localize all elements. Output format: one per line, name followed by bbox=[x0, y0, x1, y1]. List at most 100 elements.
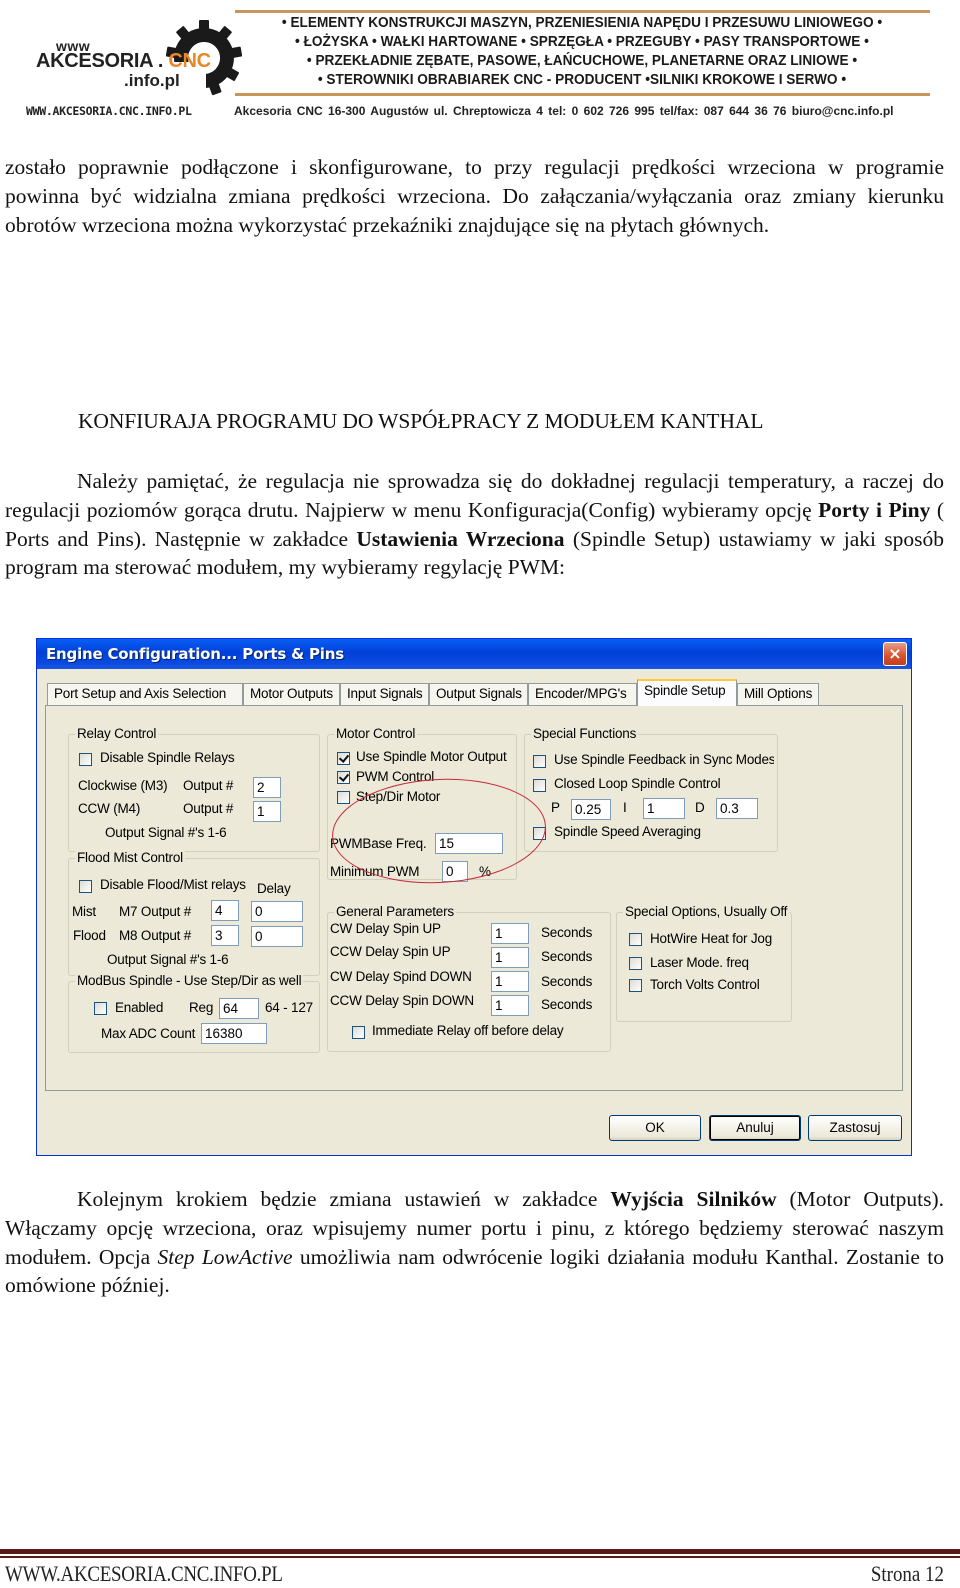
pid-i-label: I bbox=[623, 800, 627, 815]
unit-label: Seconds bbox=[541, 997, 593, 1012]
torch-volts-checkbox[interactable] bbox=[629, 979, 642, 992]
checkbox-label: Laser Mode. freq bbox=[650, 955, 749, 970]
cw-delay-spin-up-input[interactable]: 1 bbox=[491, 923, 529, 944]
group-legend: Special Functions bbox=[531, 726, 639, 741]
checkbox-label: Torch Volts Control bbox=[650, 977, 760, 992]
disable-spindle-relays-checkbox[interactable] bbox=[79, 753, 92, 766]
engine-config-dialog: Engine Configuration... Ports & Pins × P… bbox=[36, 638, 912, 1156]
max-adc-input[interactable]: 16380 bbox=[201, 1023, 267, 1044]
field-label: PWMBase Freq. bbox=[330, 836, 427, 851]
pid-d-input[interactable]: 0.3 bbox=[716, 798, 758, 819]
output-range-note: Output Signal #'s 1-6 bbox=[107, 952, 229, 967]
field-label: Clockwise (M3) bbox=[78, 778, 168, 793]
modbus-enabled-checkbox[interactable] bbox=[94, 1002, 107, 1015]
spindle-setup-panel: Relay Control Disable Spindle Relays Clo… bbox=[45, 705, 903, 1091]
field-label: Output # bbox=[183, 801, 234, 816]
param-label: CCW Delay Spin UP bbox=[330, 944, 451, 959]
tab-input-signals[interactable]: Input Signals bbox=[340, 683, 429, 705]
pid-p-label: P bbox=[551, 800, 560, 815]
text-run: Kolejnym krokiem będzie zmiana ustawień … bbox=[77, 1187, 611, 1211]
checkbox-label: Disable Flood/Mist relays bbox=[100, 877, 246, 892]
flood-delay-input[interactable]: 0 bbox=[251, 926, 303, 947]
percent-unit: % bbox=[479, 864, 491, 879]
bold-term-spindle-settings: Ustawienia Wrzeciona bbox=[356, 526, 565, 551]
field-label: Mist bbox=[72, 904, 96, 919]
checkbox-label: Enabled bbox=[115, 1000, 164, 1015]
checkbox-label: Spindle Speed Averaging bbox=[554, 824, 701, 839]
delay-header: Delay bbox=[257, 881, 291, 896]
special-functions-group: Special Functions Use Spindle Feedback i… bbox=[524, 726, 778, 852]
unit-label: Seconds bbox=[541, 925, 593, 940]
banner-contact: Akcesoria CNC 16-300 Augustów ul. Chrept… bbox=[234, 104, 894, 118]
immediate-relay-off-checkbox[interactable] bbox=[352, 1026, 365, 1039]
apply-button[interactable]: Zastosuj bbox=[808, 1115, 902, 1141]
bold-term-ports-pins: Porty i Piny bbox=[818, 497, 931, 522]
tab-encoder-mpg[interactable]: Encoder/MPG's bbox=[528, 683, 637, 705]
field-label: Output # bbox=[183, 778, 234, 793]
text-run: Należy pamiętać, że regulacja nie sprowa… bbox=[5, 469, 944, 522]
company-logo: www AKCESORIA . CNC .info.pl bbox=[36, 18, 242, 98]
pwm-base-freq-input[interactable]: 15 bbox=[435, 833, 503, 854]
tab-port-setup[interactable]: Port Setup and Axis Selection bbox=[47, 683, 243, 705]
dialog-titlebar[interactable]: Engine Configuration... Ports & Pins × bbox=[37, 639, 911, 669]
footer-rule-thin bbox=[0, 1556, 960, 1558]
footer-website[interactable]: WWW.AKCESORIA.CNC.INFO.PL bbox=[5, 1561, 283, 1587]
disable-flood-mist-checkbox[interactable] bbox=[79, 880, 92, 893]
special-options-group: Special Options, Usually Off HotWire Hea… bbox=[616, 904, 792, 1022]
ccw-delay-spin-down-input[interactable]: 1 bbox=[491, 995, 529, 1016]
spindle-feedback-sync-checkbox[interactable] bbox=[533, 755, 546, 768]
banner-website[interactable]: WWW.AKCESORIA.CNC.INFO.PL bbox=[26, 104, 192, 118]
banner-rule-top bbox=[235, 10, 930, 13]
logo-cnc: CNC bbox=[168, 50, 211, 72]
mist-delay-input[interactable]: 0 bbox=[251, 901, 303, 922]
close-icon[interactable]: × bbox=[883, 642, 907, 666]
use-spindle-motor-output-checkbox[interactable] bbox=[337, 752, 350, 765]
group-legend: General Parameters bbox=[334, 904, 456, 919]
flood-output-input[interactable]: 3 bbox=[211, 925, 239, 946]
flood-mist-group: Flood Mist Control Disable Flood/Mist re… bbox=[68, 850, 320, 976]
param-label: CW Delay Spin UP bbox=[330, 921, 441, 936]
hotwire-heat-checkbox[interactable] bbox=[629, 933, 642, 946]
modbus-spindle-group: ModBus Spindle - Use Step/Dir as well En… bbox=[68, 973, 320, 1053]
cw-output-input[interactable]: 2 bbox=[253, 777, 281, 798]
panel-background: Relay Control Disable Spindle Relays Clo… bbox=[46, 706, 902, 1090]
checkbox-label: Disable Spindle Relays bbox=[100, 750, 235, 765]
field-label: M8 Output # bbox=[119, 928, 192, 943]
tab-motor-outputs[interactable]: Motor Outputs bbox=[243, 683, 340, 705]
tagline: • PRZEKŁADNIE ZĘBATE, PASOWE, ŁAŃCUCHOWE… bbox=[306, 53, 858, 69]
minimum-pwm-input[interactable]: 0 bbox=[442, 861, 468, 882]
tab-spindle-setup[interactable]: Spindle Setup bbox=[637, 679, 737, 706]
closed-loop-spindle-checkbox[interactable] bbox=[533, 779, 546, 792]
relay-control-group: Relay Control Disable Spindle Relays Clo… bbox=[68, 726, 320, 852]
mist-output-input[interactable]: 4 bbox=[211, 900, 239, 921]
checkbox-label: HotWire Heat for Jog bbox=[650, 931, 773, 946]
field-label: CCW (M4) bbox=[78, 801, 141, 816]
step-dir-motor-checkbox[interactable] bbox=[337, 791, 350, 804]
ccw-delay-spin-up-input[interactable]: 1 bbox=[491, 947, 529, 968]
general-parameters-group: General Parameters CW Delay Spin UP 1 Se… bbox=[327, 904, 611, 1052]
checkbox-label: Step/Dir Motor bbox=[356, 789, 441, 804]
tab-output-signals[interactable]: Output Signals bbox=[429, 683, 528, 705]
field-label: Minimum PWM bbox=[330, 864, 420, 879]
spindle-speed-averaging-checkbox[interactable] bbox=[533, 827, 546, 840]
cancel-button[interactable]: Anuluj bbox=[709, 1115, 801, 1141]
pid-i-input[interactable]: 1 bbox=[643, 798, 685, 819]
laser-mode-checkbox[interactable] bbox=[629, 957, 642, 970]
ccw-output-input[interactable]: 1 bbox=[253, 801, 281, 822]
section-heading: KONFIURAJA PROGRAMU DO WSPÓŁPRACY Z MODU… bbox=[78, 409, 764, 433]
field-label: Reg bbox=[189, 1000, 214, 1015]
pid-p-input[interactable]: 0.25 bbox=[571, 799, 611, 820]
footer-rule bbox=[0, 1549, 960, 1554]
page-number: Strona 12 bbox=[870, 1561, 944, 1586]
ok-button[interactable]: OK bbox=[609, 1115, 701, 1141]
pwm-control-checkbox[interactable] bbox=[337, 771, 350, 784]
cw-delay-spin-down-input[interactable]: 1 bbox=[491, 971, 529, 992]
param-label: CW Delay Spind DOWN bbox=[330, 969, 472, 984]
output-range-note: Output Signal #'s 1-6 bbox=[105, 825, 227, 840]
modbus-reg-input[interactable]: 64 bbox=[219, 998, 259, 1019]
motor-control-group: Motor Control Use Spindle Motor Output P… bbox=[327, 726, 517, 882]
group-legend: Special Options, Usually Off bbox=[623, 904, 790, 919]
logo-name-text: AKCESORIA . bbox=[36, 50, 169, 72]
tab-mill-options[interactable]: Mill Options bbox=[737, 683, 819, 705]
logo-name: AKCESORIA . CNC bbox=[36, 50, 211, 73]
